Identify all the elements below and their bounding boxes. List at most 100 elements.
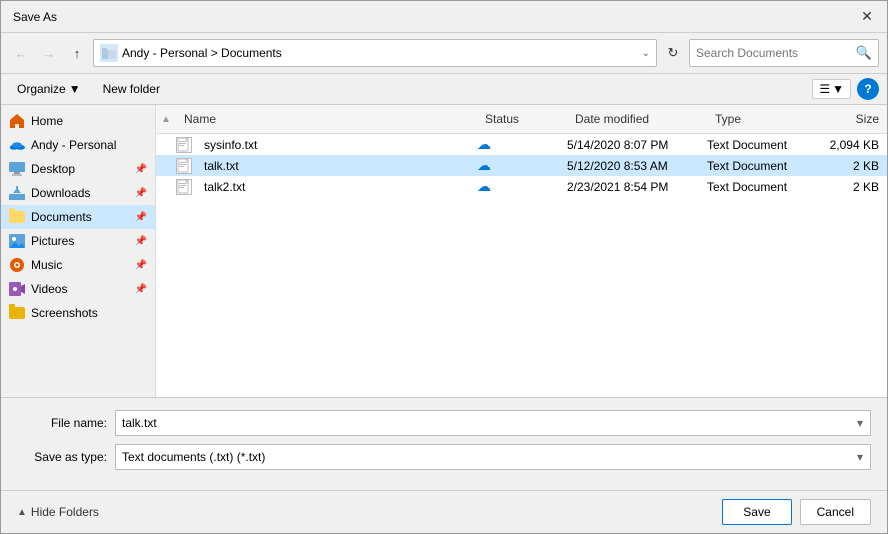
column-header-date[interactable]: Date modified — [567, 109, 707, 129]
file-status: ☁ — [477, 178, 567, 195]
sidebar-item-pictures[interactable]: Pictures 📌 — [1, 229, 155, 253]
column-header-status[interactable]: Status — [477, 109, 567, 129]
content-area: ▲ Name Status Date modified Type Size — [156, 105, 887, 397]
sidebar-item-desktop[interactable]: Desktop 📌 — [1, 157, 155, 181]
file-date-modified: 5/12/2020 8:53 AM — [567, 159, 707, 173]
dialog-title: Save As — [13, 10, 57, 24]
sidebar-desktop-pin-icon: 📌 — [135, 164, 147, 175]
file-type: Text Document — [707, 159, 817, 173]
file-size: 2,094 KB — [817, 138, 887, 152]
save-as-dialog: Save As ✕ ← → ↑ Andy - Personal > Docume… — [0, 0, 888, 534]
view-list-icon: ☰ — [819, 82, 830, 96]
column-header-size[interactable]: Size — [817, 109, 887, 129]
bottom-section: File name: Save as type: Text documents … — [1, 397, 887, 490]
file-date-modified: 5/14/2020 8:07 PM — [567, 138, 707, 152]
sidebar-item-music[interactable]: Music 📌 — [1, 253, 155, 277]
refresh-button[interactable]: ↻ — [661, 41, 685, 65]
table-row[interactable]: talk.txt ☁ 5/12/2020 8:53 AM Text Docume… — [156, 155, 887, 176]
address-bar: ← → ↑ Andy - Personal > Documents ⌄ ↻ 🔍 — [1, 33, 887, 74]
footer: ▲ Hide Folders Save Cancel — [1, 490, 887, 533]
sidebar-documents-label: Documents — [31, 210, 129, 224]
savetype-row: Save as type: Text documents (.txt) (*.t… — [17, 444, 871, 470]
sidebar-documents-pin-icon: 📌 — [135, 212, 147, 223]
title-bar: Save As ✕ — [1, 1, 887, 33]
sidebar-item-screenshots[interactable]: Screenshots — [1, 301, 155, 325]
file-date-modified: 2/23/2021 8:54 PM — [567, 180, 707, 194]
sidebar-andy-personal-label: Andy - Personal — [31, 138, 147, 152]
sidebar-downloads-label: Downloads — [31, 186, 129, 200]
help-button[interactable]: ? — [857, 78, 879, 100]
search-input[interactable] — [696, 46, 852, 60]
hide-folders-arrow-icon: ▲ — [17, 507, 27, 518]
sidebar-item-home[interactable]: Home — [1, 109, 155, 133]
file-status: ☁ — [477, 157, 567, 174]
file-icon — [176, 137, 192, 153]
sidebar: Home Andy - Personal Desktop 📌 Downloa — [1, 105, 156, 397]
sidebar-screenshots-label: Screenshots — [31, 306, 147, 320]
documents-icon — [9, 209, 25, 225]
cloud-sync-icon: ☁ — [477, 136, 491, 153]
desktop-icon — [9, 161, 25, 177]
screenshots-icon — [9, 305, 25, 321]
file-icon — [176, 158, 192, 174]
column-header-name[interactable]: Name — [176, 109, 477, 129]
address-field[interactable]: Andy - Personal > Documents ⌄ — [93, 39, 657, 67]
table-row[interactable]: talk2.txt ☁ 2/23/2021 8:54 PM Text Docum… — [156, 176, 887, 197]
view-chevron-icon: ▼ — [832, 82, 844, 96]
onedrive-icon — [9, 137, 25, 153]
sidebar-desktop-label: Desktop — [31, 162, 129, 176]
search-box[interactable]: 🔍 — [689, 39, 879, 67]
close-button[interactable]: ✕ — [859, 9, 875, 25]
organize-label: Organize — [17, 82, 66, 96]
organize-chevron-icon: ▼ — [69, 82, 81, 96]
up-button[interactable]: ↑ — [65, 41, 89, 65]
sidebar-item-videos[interactable]: Videos 📌 — [1, 277, 155, 301]
file-icon — [176, 179, 192, 195]
collapse-arrow-icon: ▲ — [156, 114, 176, 125]
filename-label: File name: — [17, 416, 107, 430]
hide-folders-button[interactable]: ▲ Hide Folders — [17, 505, 722, 519]
sidebar-pictures-pin-icon: 📌 — [135, 236, 147, 247]
address-chevron-icon: ⌄ — [642, 48, 650, 59]
filename-input-wrapper — [115, 410, 871, 436]
file-size: 2 KB — [817, 180, 887, 194]
file-name: talk2.txt — [196, 180, 477, 194]
sidebar-item-andy-personal[interactable]: Andy - Personal — [1, 133, 155, 157]
new-folder-button[interactable]: New folder — [95, 79, 168, 99]
hide-folders-label: Hide Folders — [31, 505, 99, 519]
organize-button[interactable]: Organize ▼ — [9, 79, 89, 99]
filename-row: File name: — [17, 410, 871, 436]
view-toggle-button[interactable]: ☰ ▼ — [812, 79, 851, 99]
file-list: sysinfo.txt ☁ 5/14/2020 8:07 PM Text Doc… — [156, 134, 887, 397]
pictures-icon — [9, 233, 25, 249]
search-icon: 🔍 — [856, 45, 872, 61]
filename-input[interactable] — [115, 410, 871, 436]
file-list-header: ▲ Name Status Date modified Type Size — [156, 105, 887, 134]
main-area: Home Andy - Personal Desktop 📌 Downloa — [1, 105, 887, 397]
cancel-button[interactable]: Cancel — [800, 499, 871, 525]
sidebar-item-downloads[interactable]: Downloads 📌 — [1, 181, 155, 205]
savetype-label: Save as type: — [17, 450, 107, 464]
savetype-select[interactable]: Text documents (.txt) (*.txt) — [115, 444, 871, 470]
sidebar-music-label: Music — [31, 258, 129, 272]
save-button[interactable]: Save — [722, 499, 791, 525]
videos-icon — [9, 281, 25, 297]
savetype-select-wrapper: Text documents (.txt) (*.txt) — [115, 444, 871, 470]
sidebar-item-documents[interactable]: Documents 📌 — [1, 205, 155, 229]
file-name: talk.txt — [196, 159, 477, 173]
music-icon — [9, 257, 25, 273]
txt-file-icon — [176, 179, 192, 195]
back-button[interactable]: ← — [9, 41, 33, 65]
file-size: 2 KB — [817, 159, 887, 173]
file-status: ☁ — [477, 136, 567, 153]
address-folder-icon — [100, 44, 118, 62]
cloud-sync-icon: ☁ — [477, 157, 491, 174]
column-header-type[interactable]: Type — [707, 109, 817, 129]
file-type: Text Document — [707, 138, 817, 152]
file-name: sysinfo.txt — [196, 138, 477, 152]
sidebar-videos-pin-icon: 📌 — [135, 284, 147, 295]
address-path: Andy - Personal > Documents — [122, 46, 638, 60]
sidebar-videos-label: Videos — [31, 282, 129, 296]
table-row[interactable]: sysinfo.txt ☁ 5/14/2020 8:07 PM Text Doc… — [156, 134, 887, 155]
forward-button[interactable]: → — [37, 41, 61, 65]
